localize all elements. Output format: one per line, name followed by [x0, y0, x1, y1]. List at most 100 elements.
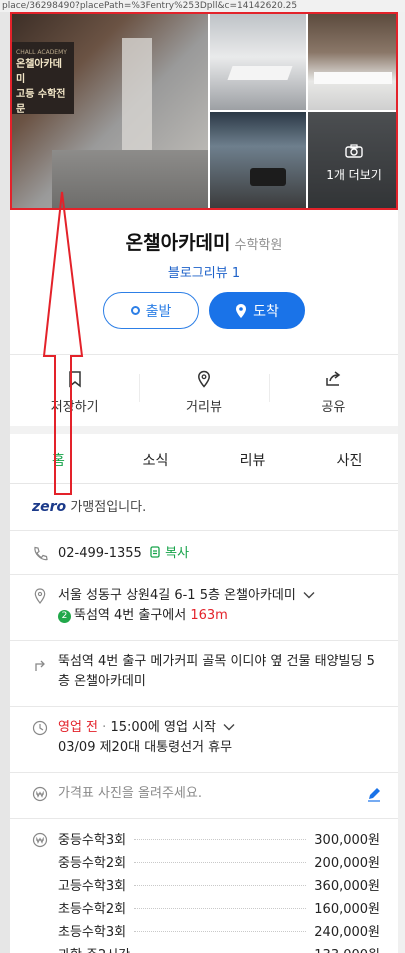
- tab-reviews[interactable]: 리뷰: [204, 438, 301, 483]
- price-item-value: 240,000원: [314, 925, 380, 940]
- subway-text: 뚝섬역 4번 출구에서: [74, 608, 187, 623]
- won-icon: [32, 832, 48, 848]
- address[interactable]: 서울 성동구 상원4길 6-1 5층 온챌아카데미: [58, 588, 296, 603]
- holiday-notice: 03/09 제20대 대통령선거 휴무: [58, 740, 233, 755]
- price-item-value: 300,000원: [314, 833, 380, 848]
- divider: [10, 530, 398, 531]
- more-photos-button[interactable]: 1개 더보기: [308, 144, 398, 183]
- divider: [10, 574, 398, 575]
- place-category: 수학학원: [234, 238, 283, 253]
- price-item: 초등수학2회 160,000원: [58, 898, 380, 921]
- photo-gallery[interactable]: CHALL ACADEMY 온챌아카데미 고등 수학전문 1개 더보기: [12, 14, 398, 210]
- price-item: 과학 주2시간 133,000원: [58, 944, 380, 953]
- pencil-icon[interactable]: [366, 786, 382, 802]
- won-icon: [32, 786, 48, 802]
- price-item-name: 초등수학3회: [58, 925, 127, 940]
- price-item: 중등수학3회 300,000원: [58, 829, 380, 852]
- price-item: 초등수학3회 240,000원: [58, 921, 380, 944]
- tab-photos[interactable]: 사진: [301, 438, 398, 483]
- copy-label: 복사: [165, 546, 190, 561]
- turn-arrow-icon: [35, 660, 45, 671]
- price-item-name: 초등수학2회: [58, 902, 127, 917]
- subway-distance: 163m: [190, 608, 228, 623]
- chevron-down-icon[interactable]: [223, 723, 235, 731]
- price-item-name: 중등수학3회: [58, 833, 127, 848]
- share-button[interactable]: 공유: [268, 362, 398, 422]
- sign-brand: CHALL ACADEMY: [16, 49, 67, 56]
- photo-main[interactable]: CHALL ACADEMY 온챌아카데미 고등 수학전문: [12, 14, 208, 210]
- section-gap: [10, 426, 398, 434]
- save-button[interactable]: 저장하기: [10, 362, 139, 422]
- street-view-button[interactable]: 거리뷰: [139, 362, 268, 422]
- phone-number[interactable]: 02-499-1355: [58, 546, 142, 561]
- street-view-label: 거리뷰: [186, 399, 222, 415]
- zero-logo: zero: [32, 499, 67, 515]
- scrollbar[interactable]: [398, 12, 405, 953]
- status-dot: ·: [102, 720, 107, 735]
- route-buttons: 출발 도착: [10, 292, 398, 329]
- divider: [10, 818, 398, 819]
- tab-bar: 홈 소식 리뷰 사진: [10, 438, 398, 484]
- opening-hours[interactable]: 15:00에 영업 시작: [110, 720, 216, 735]
- price-item-value: 160,000원: [314, 902, 380, 917]
- bookmark-icon: [68, 370, 81, 388]
- sign-title: 온챌아카데미: [16, 59, 62, 85]
- location-pin-icon: [236, 303, 247, 318]
- price-item: 중등수학2회 200,000원: [58, 852, 380, 875]
- photo-sofa: [250, 168, 286, 186]
- open-status: 영업 전: [58, 720, 99, 735]
- copy-button[interactable]: 복사: [150, 546, 189, 561]
- price-item: 고등수학3회 360,000원: [58, 875, 380, 898]
- price-dots: [134, 908, 307, 909]
- photo-classroom-2[interactable]: [308, 14, 398, 110]
- start-label: 출발: [145, 303, 172, 320]
- divider: [10, 354, 398, 355]
- location-pin-icon: [34, 588, 46, 604]
- save-label: 저장하기: [50, 399, 99, 415]
- price-item-name: 중등수학2회: [58, 856, 127, 871]
- phone-text: 02-499-1355 복사: [58, 544, 384, 564]
- photo-lounge[interactable]: [210, 112, 306, 210]
- price-item-value: 360,000원: [314, 879, 380, 894]
- directions-text: 뚝섬역 4번 출구 메가커피 골목 이디야 옆 건물 태양빌딩 5층 온챌아카데…: [58, 654, 375, 689]
- start-dot-icon: [130, 306, 140, 315]
- zero-pay-notice: zero 가맹점입니다.: [32, 496, 146, 515]
- price-item-name: 과학 주2시간: [58, 944, 130, 953]
- photo-classroom-1[interactable]: [210, 14, 306, 110]
- subway-line-badge: 2: [58, 610, 71, 623]
- copy-icon: [150, 546, 160, 558]
- place-panel: CHALL ACADEMY 온챌아카데미 고등 수학전문 1개 더보기 온챌아카…: [10, 12, 398, 953]
- blog-review-link[interactable]: 블로그리뷰 1: [10, 262, 398, 281]
- photo-more[interactable]: 1개 더보기: [308, 112, 398, 210]
- price-dots: [134, 931, 307, 932]
- academy-sign: CHALL ACADEMY 온챌아카데미 고등 수학전문: [12, 42, 74, 115]
- tab-home[interactable]: 홈: [10, 438, 107, 483]
- start-button[interactable]: 출발: [103, 292, 199, 329]
- arrive-label: 도착: [253, 303, 279, 320]
- tab-news[interactable]: 소식: [107, 438, 204, 483]
- divider: [10, 640, 398, 641]
- share-label: 공유: [321, 399, 346, 415]
- photo-floor: [52, 150, 208, 210]
- address-text: 서울 성동구 상원4길 6-1 5층 온챌아카데미 2 뚝섬역 4번 출구에서 1…: [58, 586, 384, 626]
- divider: [10, 706, 398, 707]
- price-item-value: 133,000원: [314, 944, 380, 953]
- price-list: 중등수학3회 300,000원 중등수학2회 200,000원 고등수학3회 360,…: [58, 829, 380, 953]
- price-prompt: 가격표 사진을 올려주세요.: [58, 786, 202, 801]
- action-bar: 저장하기 거리뷰 공유: [10, 362, 398, 422]
- arrive-button[interactable]: 도착: [209, 292, 305, 329]
- price-item-value: 200,000원: [314, 856, 380, 871]
- chevron-down-icon[interactable]: [303, 591, 315, 599]
- photo-door: [122, 38, 152, 158]
- price-dots: [134, 839, 307, 840]
- price-dots: [134, 885, 307, 886]
- share-icon: [326, 370, 341, 386]
- left-gutter: [0, 12, 10, 953]
- clock-icon: [32, 720, 48, 736]
- price-dots: [134, 862, 307, 863]
- location-pin-icon: [198, 370, 210, 388]
- more-photos-label: 1개 더보기: [326, 168, 382, 182]
- sign-subtitle: 고등 수학전문: [16, 89, 66, 115]
- place-name: 온챌아카데미: [125, 232, 231, 254]
- hours-text: 영업 전 · 15:00에 영업 시작 03/09 제20대 대통령선거 휴무: [58, 718, 384, 758]
